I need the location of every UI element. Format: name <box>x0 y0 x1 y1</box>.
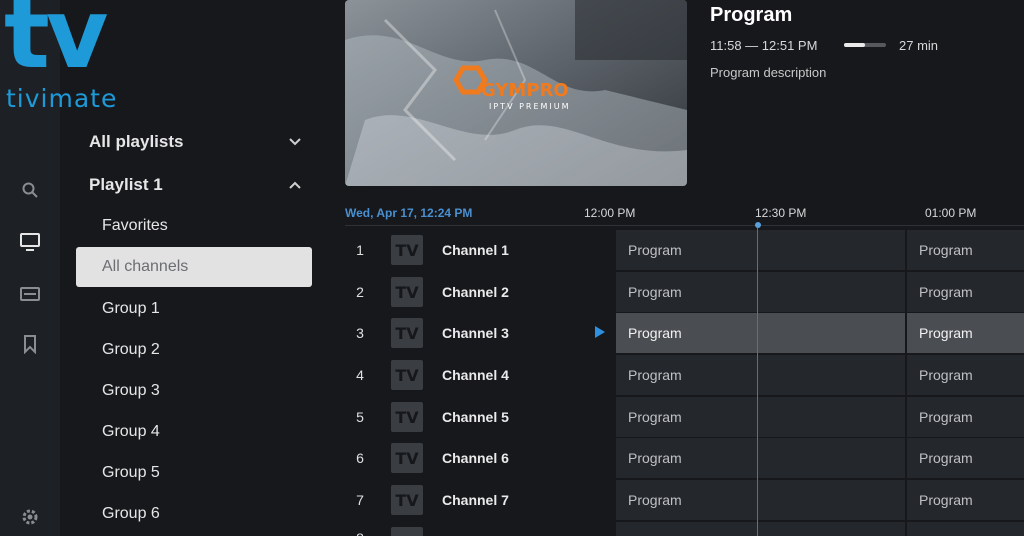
channel-row[interactable]: 8 TV <box>345 522 1024 536</box>
channel-number: 4 <box>356 367 364 383</box>
program-cell[interactable]: Program <box>616 230 905 270</box>
menu-playlist-1[interactable]: Playlist 1 <box>89 165 303 205</box>
menu-favorites[interactable]: Favorites <box>102 206 312 246</box>
now-indicator-dot <box>755 222 761 228</box>
menu-playlist-1-label: Playlist 1 <box>89 175 163 194</box>
time-tick: 12:00 PM <box>584 206 636 220</box>
channel-name: Channel 1 <box>442 242 509 258</box>
menu-group-5[interactable]: Group 5 <box>102 453 312 493</box>
program-cell[interactable] <box>907 522 1024 536</box>
program-time: 11:58 — 12:51 PM <box>710 38 818 53</box>
program-cell[interactable]: Program <box>616 480 905 520</box>
program-cell[interactable]: Program <box>907 272 1024 312</box>
menu-all-channels[interactable]: All channels <box>76 247 312 287</box>
channel-row[interactable]: 2 TV Channel 2 Program Program <box>345 272 1024 314</box>
channel-logo: TV <box>391 527 423 536</box>
tv-icon[interactable] <box>18 230 42 254</box>
channel-number: 2 <box>356 284 364 300</box>
program-cell[interactable]: Program <box>907 355 1024 395</box>
channel-row[interactable]: 1 TV Channel 1 Program Program <box>345 230 1024 272</box>
search-icon[interactable] <box>18 178 42 202</box>
channel-name: Channel 6 <box>442 450 509 466</box>
logo-wordmark: tivimate <box>6 84 118 113</box>
channel-row-selected[interactable]: 3 TV Channel 3 Program Program <box>345 313 1024 355</box>
program-cell[interactable]: Program <box>616 313 905 353</box>
program-cell[interactable]: Program <box>907 230 1024 270</box>
menu-group-4[interactable]: Group 4 <box>102 412 312 452</box>
bookmark-icon[interactable] <box>18 332 42 356</box>
channel-logo: TV <box>391 402 423 432</box>
channel-number: 7 <box>356 492 364 508</box>
program-progress-fill <box>844 43 865 47</box>
time-tick: 01:00 PM <box>925 206 977 220</box>
channel-logo: TV <box>391 235 423 265</box>
program-cell[interactable]: Program <box>616 397 905 437</box>
channel-logo: TV <box>391 360 423 390</box>
guide-icon[interactable] <box>18 282 42 306</box>
program-cell[interactable]: Program <box>616 272 905 312</box>
channel-number: 1 <box>356 242 364 258</box>
channel-row[interactable]: 6 TV Channel 6 Program Program <box>345 438 1024 480</box>
menu-group-3[interactable]: Group 3 <box>102 371 312 411</box>
channel-number: 6 <box>356 450 364 466</box>
video-preview[interactable]: GYMPRO IPTV PREMIUM <box>345 0 687 186</box>
timeline-divider <box>345 225 1024 226</box>
program-cell[interactable]: Program <box>616 355 905 395</box>
channel-logo: TV <box>391 277 423 307</box>
channel-name: Channel 2 <box>442 284 509 300</box>
timeline-date: Wed, Apr 17, 12:24 PM <box>345 206 473 220</box>
menu-group-1[interactable]: Group 1 <box>102 289 312 329</box>
channel-logo: TV <box>391 318 423 348</box>
channel-name: Channel 3 <box>442 325 509 341</box>
program-cell[interactable]: Program <box>907 438 1024 478</box>
chevron-down-icon <box>289 138 301 146</box>
time-tick: 12:30 PM <box>755 206 807 220</box>
preview-brand-main: GYMPRO <box>481 80 569 101</box>
channel-name: Channel 7 <box>442 492 509 508</box>
program-cell[interactable]: Program <box>907 480 1024 520</box>
channel-name: Channel 4 <box>442 367 509 383</box>
program-progress <box>844 43 886 47</box>
channel-row[interactable]: 4 TV Channel 4 Program Program <box>345 355 1024 397</box>
channel-number: 8 <box>345 522 375 536</box>
menu-group-6[interactable]: Group 6 <box>102 494 312 534</box>
menu-group-2[interactable]: Group 2 <box>102 330 312 370</box>
program-cell[interactable]: Program <box>616 438 905 478</box>
channel-row[interactable]: 7 TV Channel 7 Program Program <box>345 480 1024 522</box>
channel-number: 3 <box>356 325 364 341</box>
play-arrow-icon <box>595 326 605 338</box>
program-cell[interactable] <box>616 522 905 536</box>
menu-all-playlists-label: All playlists <box>89 132 184 151</box>
menu-all-playlists[interactable]: All playlists <box>89 122 303 162</box>
channel-logo: TV <box>391 485 423 515</box>
chevron-up-icon <box>289 181 301 189</box>
channel-number: 5 <box>356 409 364 425</box>
program-cell[interactable]: Program <box>907 313 1024 353</box>
channel-row[interactable]: 5 TV Channel 5 Program Program <box>345 397 1024 439</box>
preview-artwork: GYMPRO IPTV PREMIUM <box>345 0 687 186</box>
preview-brand-sub: IPTV PREMIUM <box>489 102 571 111</box>
logo-tv: tv <box>4 0 108 90</box>
program-duration: 27 min <box>899 38 939 53</box>
channel-logo: TV <box>391 443 423 473</box>
program-cell[interactable]: Program <box>907 397 1024 437</box>
program-description: Program description <box>710 65 827 80</box>
program-title: Program <box>710 4 793 26</box>
now-indicator-line <box>757 228 758 536</box>
settings-icon[interactable] <box>18 505 42 529</box>
channel-name: Channel 5 <box>442 409 509 425</box>
